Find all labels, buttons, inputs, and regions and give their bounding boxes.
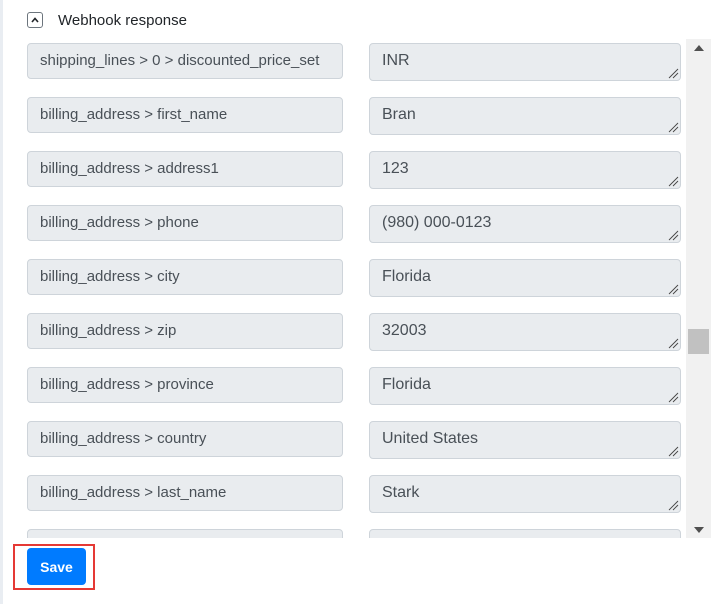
field-key-input[interactable]: billing_address > zip (27, 313, 343, 349)
chevron-up-icon (31, 17, 39, 23)
field-row: billing_address > first_name Bran (27, 93, 681, 135)
field-row: billing_address > last_name Stark (27, 471, 681, 513)
field-value-textarea[interactable] (369, 529, 681, 538)
field-row (27, 525, 681, 538)
field-key-input[interactable]: billing_address > province (27, 367, 343, 403)
field-key-input[interactable] (27, 529, 343, 538)
scroll-up-button[interactable] (686, 39, 711, 56)
field-key-input[interactable]: billing_address > phone (27, 205, 343, 241)
resize-grip-icon[interactable] (668, 230, 679, 241)
resize-grip-icon[interactable] (668, 500, 679, 511)
field-key-input[interactable]: billing_address > city (27, 259, 343, 295)
section-title: Webhook response (58, 11, 187, 29)
resize-grip-icon[interactable] (668, 68, 679, 79)
field-key-input[interactable]: billing_address > address1 (27, 151, 343, 187)
field-value-textarea[interactable]: INR (369, 43, 681, 81)
field-key-input[interactable]: shipping_lines > 0 > discounted_price_se… (27, 43, 343, 79)
field-value-textarea[interactable]: Florida (369, 259, 681, 297)
field-key-input[interactable]: billing_address > country (27, 421, 343, 457)
resize-grip-icon[interactable] (668, 338, 679, 349)
field-row: billing_address > province Florida (27, 363, 681, 405)
collapse-toggle-button[interactable] (27, 12, 43, 28)
field-row: billing_address > country United States (27, 417, 681, 459)
field-value-textarea[interactable]: Stark (369, 475, 681, 513)
resize-grip-icon[interactable] (668, 392, 679, 403)
section-header: Webhook response (27, 11, 187, 29)
field-row: billing_address > city Florida (27, 255, 681, 297)
field-row: shipping_lines > 0 > discounted_price_se… (27, 39, 681, 81)
scrollbar-thumb[interactable] (688, 328, 709, 354)
field-key-input[interactable]: billing_address > last_name (27, 475, 343, 511)
field-row: billing_address > phone (980) 000-0123 (27, 201, 681, 243)
field-value-textarea[interactable]: 32003 (369, 313, 681, 351)
vertical-scrollbar[interactable] (686, 39, 711, 538)
field-value-textarea[interactable]: 123 (369, 151, 681, 189)
field-key-input[interactable]: billing_address > first_name (27, 97, 343, 133)
resize-grip-icon[interactable] (668, 176, 679, 187)
field-mapping-list: shipping_lines > 0 > discounted_price_se… (0, 39, 686, 538)
scroll-down-button[interactable] (686, 521, 711, 538)
resize-grip-icon[interactable] (668, 284, 679, 295)
field-row: billing_address > zip 32003 (27, 309, 681, 351)
triangle-down-icon (693, 526, 704, 533)
field-value-textarea[interactable]: Bran (369, 97, 681, 135)
field-value-textarea[interactable]: (980) 000-0123 (369, 205, 681, 243)
resize-grip-icon[interactable] (668, 122, 679, 133)
triangle-up-icon (693, 44, 704, 51)
save-button[interactable]: Save (27, 548, 86, 585)
field-value-textarea[interactable]: United States (369, 421, 681, 459)
field-row: billing_address > address1 123 (27, 147, 681, 189)
resize-grip-icon[interactable] (668, 446, 679, 457)
field-value-textarea[interactable]: Florida (369, 367, 681, 405)
